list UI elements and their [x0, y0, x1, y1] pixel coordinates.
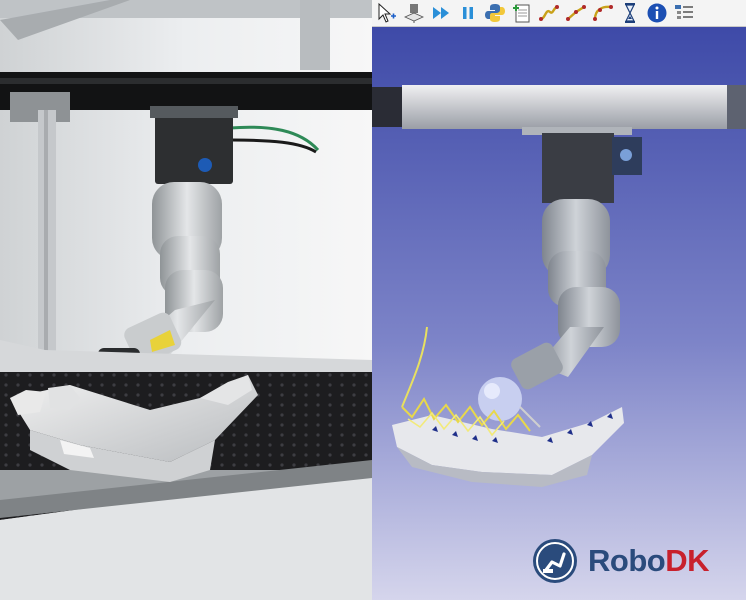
- add-program-icon[interactable]: [509, 1, 534, 26]
- robodk-wordmark-robo: Robo: [588, 543, 666, 578]
- 3d-viewport[interactable]: [372, 27, 746, 600]
- robot-simulation-render: [372, 27, 746, 600]
- select-move-icon[interactable]: [374, 1, 399, 26]
- robodk-logo-icon: [533, 539, 577, 583]
- robodk-simulation-panel: RoboDK: [372, 0, 746, 600]
- move-circular-icon[interactable]: [590, 1, 615, 26]
- move-linear-icon[interactable]: [563, 1, 588, 26]
- fast-forward-icon[interactable]: [428, 1, 453, 26]
- robot-photo-image: [0, 0, 372, 600]
- python-icon[interactable]: [482, 1, 507, 26]
- pause-time-icon[interactable]: [617, 1, 642, 26]
- robot-photo-panel: [0, 0, 372, 600]
- info-icon[interactable]: [644, 1, 669, 26]
- teach-target-icon[interactable]: [401, 1, 426, 26]
- robodk-logo: RoboDK: [532, 538, 709, 584]
- robodk-toolbar: [372, 0, 746, 27]
- robodk-wordmark: RoboDK: [588, 543, 709, 579]
- pause-icon[interactable]: [455, 1, 480, 26]
- move-joint-icon[interactable]: [536, 1, 561, 26]
- robodk-wordmark-dk: DK: [665, 543, 709, 578]
- program-instruction-icon[interactable]: [671, 1, 696, 26]
